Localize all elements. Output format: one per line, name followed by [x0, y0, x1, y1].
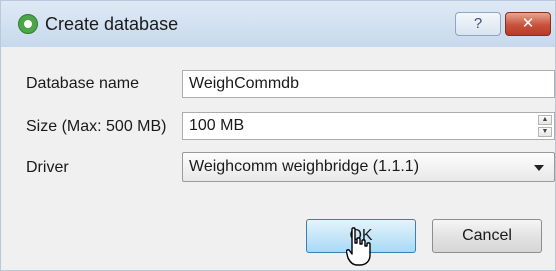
close-button[interactable]: ✕: [505, 12, 551, 36]
size-stepper[interactable]: ▲ ▼: [538, 115, 552, 137]
chevron-down-icon: [534, 165, 544, 171]
size-value: 100 MB: [189, 117, 245, 134]
size-spinbox[interactable]: 100 MB ▲ ▼: [182, 112, 555, 140]
driver-label: Driver: [26, 159, 69, 176]
help-button[interactable]: ?: [455, 12, 501, 36]
help-icon: ?: [473, 15, 483, 32]
driver-dropdown[interactable]: Weighcomm weighbridge (1.1.1): [182, 152, 555, 182]
cancel-button[interactable]: Cancel: [432, 219, 542, 253]
database-name-label: Database name: [26, 75, 139, 92]
close-icon: ✕: [521, 15, 535, 32]
app-icon: [18, 14, 38, 34]
spin-down-icon[interactable]: ▼: [538, 127, 552, 137]
driver-selected-value: Weighcomm weighbridge (1.1.1): [189, 158, 420, 175]
hand-cursor-icon: [346, 227, 371, 266]
database-name-value: WeighCommdb: [189, 75, 299, 92]
create-database-dialog: Create database ? ✕ Database name WeighC…: [0, 0, 556, 271]
title-bar[interactable]: Create database ? ✕: [1, 1, 555, 47]
size-label: Size (Max: 500 MB): [26, 118, 167, 135]
database-name-input[interactable]: WeighCommdb: [182, 70, 555, 98]
window-title: Create database: [45, 14, 179, 34]
spin-up-icon[interactable]: ▲: [538, 115, 552, 125]
